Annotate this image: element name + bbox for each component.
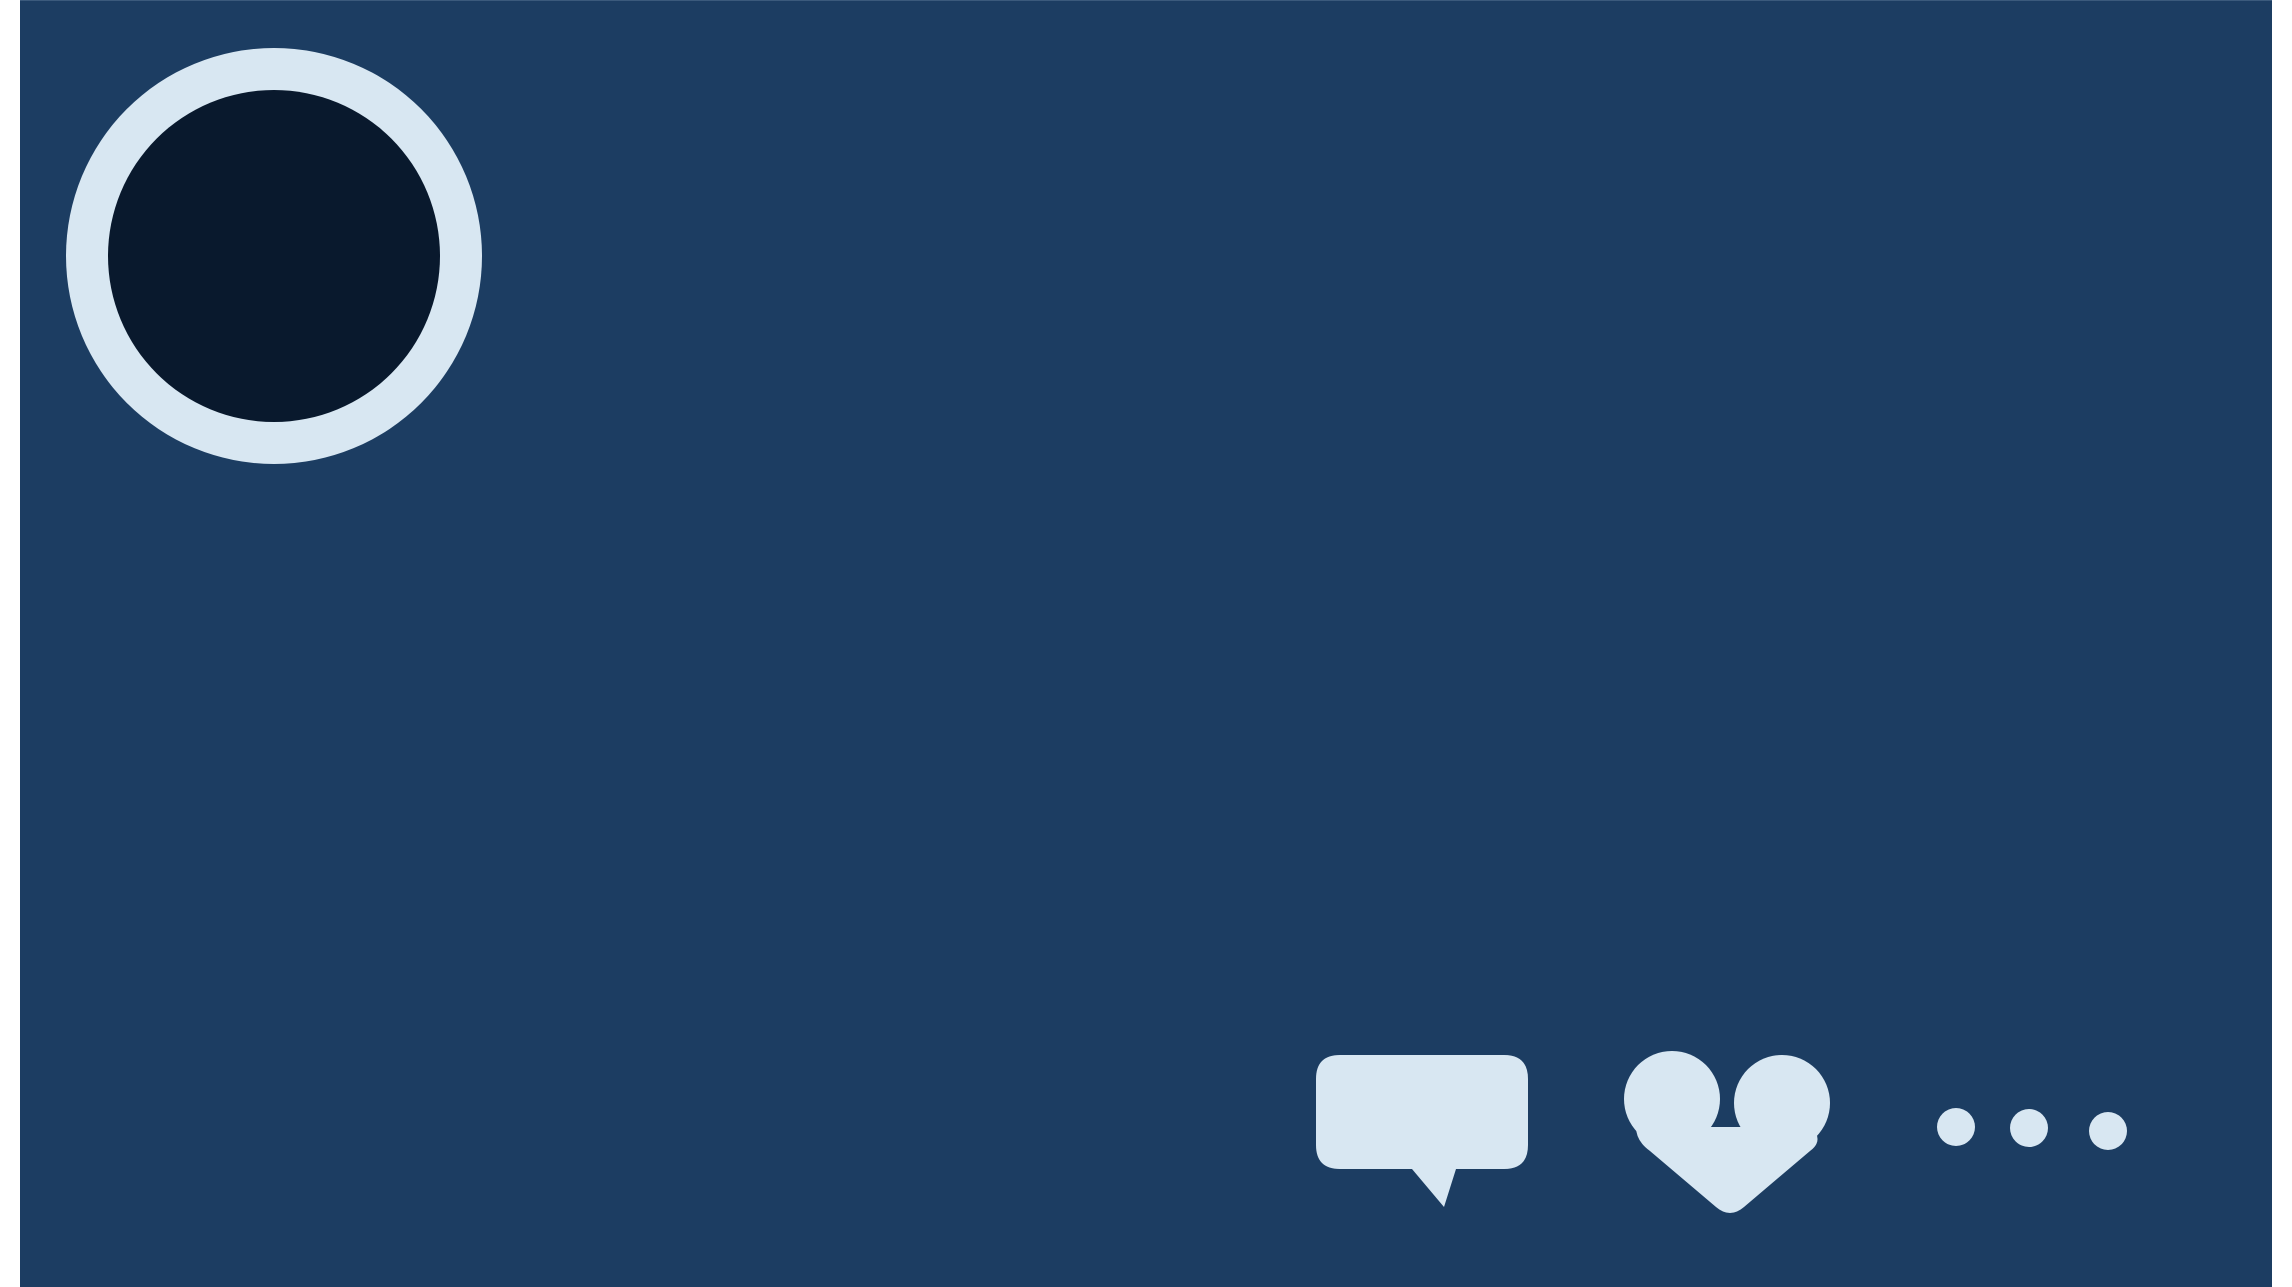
like-button[interactable] (1624, 1047, 1834, 1219)
more-options-button[interactable] (1935, 1101, 2161, 1157)
comment-button[interactable] (1316, 1053, 1532, 1213)
post-card (20, 0, 2272, 1287)
more-dots-icon (1937, 1108, 2127, 1150)
speech-bubble-icon (1316, 1055, 1528, 1207)
heart-icon (1624, 1051, 1830, 1213)
avatar[interactable] (66, 48, 482, 464)
avatar-image (108, 90, 440, 422)
